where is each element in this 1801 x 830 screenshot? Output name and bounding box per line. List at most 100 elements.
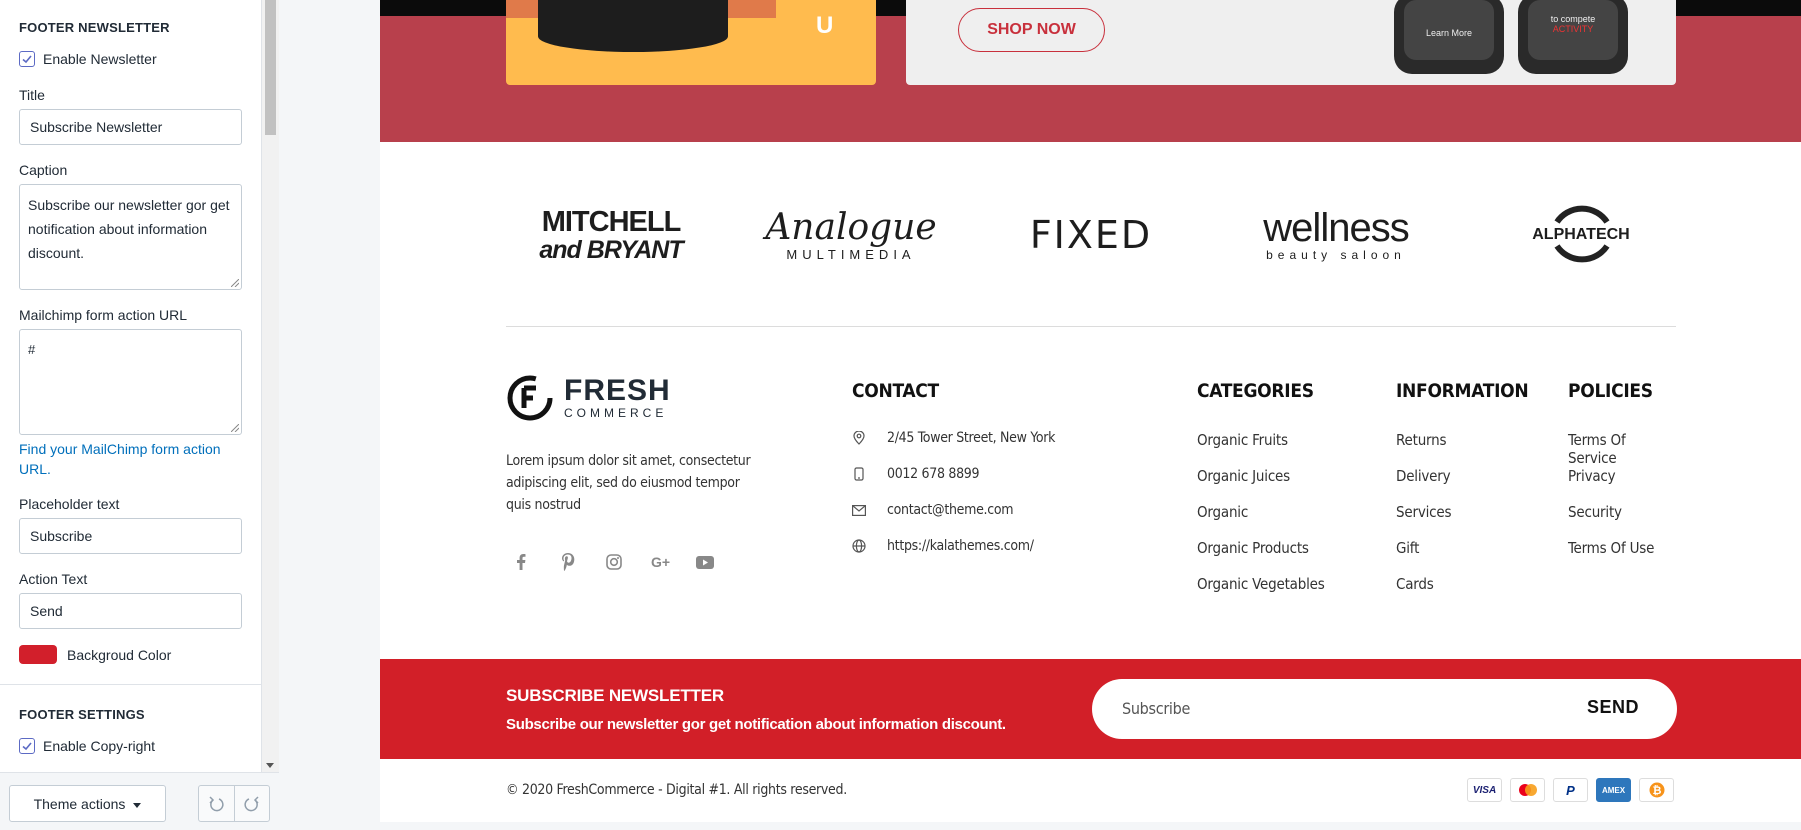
mailchimp-url-textarea[interactable]: # — [19, 329, 242, 435]
checkbox-checked-icon[interactable] — [19, 738, 35, 754]
policy-link[interactable]: Terms Of Use — [1568, 539, 1654, 557]
policy-link[interactable]: Privacy — [1568, 467, 1616, 485]
category-link[interactable]: Organic Juices — [1197, 467, 1290, 485]
title-input[interactable]: Subscribe Newsletter — [19, 109, 242, 145]
facebook-icon[interactable] — [516, 552, 561, 572]
sidebar-footer-bar: Theme actions — [0, 772, 279, 830]
category-link[interactable]: Organic Fruits — [1197, 431, 1288, 449]
background-color-setting[interactable]: Backgroud Color — [19, 645, 171, 664]
youtube-icon[interactable] — [696, 552, 741, 572]
payment-icons: VISA P AMEX ₿ — [1467, 778, 1682, 802]
instagram-icon[interactable] — [606, 552, 651, 572]
footer-settings-heading: FOOTER SETTINGS — [19, 707, 145, 722]
caption-text: Subscribe our newsletter gor get notific… — [28, 197, 230, 261]
bitcoin-icon: ₿ — [1639, 778, 1674, 802]
logo-sub: COMMERCE — [564, 406, 668, 420]
newsletter-caption: Subscribe our newsletter gor get notific… — [506, 716, 1006, 733]
undo-button[interactable] — [199, 786, 234, 821]
information-link[interactable]: Cards — [1396, 575, 1434, 593]
promo-letter: U — [816, 12, 834, 39]
amex-icon: AMEX — [1596, 778, 1631, 802]
information-link[interactable]: Returns — [1396, 431, 1447, 449]
contact-website-text[interactable]: https://kalathemes.com/ — [887, 538, 1034, 554]
speaker-image — [538, 0, 728, 52]
pinterest-icon[interactable] — [561, 552, 606, 572]
paypal-icon: P — [1553, 778, 1588, 802]
contact-address-text: 2/45 Tower Street, New York — [887, 430, 1056, 446]
background-color-label: Backgroud Color — [67, 646, 172, 663]
amex-label: AMEX — [1601, 785, 1626, 795]
visa-icon: VISA — [1467, 778, 1502, 802]
brand-line1: FIXED — [1029, 213, 1153, 257]
brand-logo-fixed[interactable]: FIXED — [1026, 190, 1156, 280]
brand-logo-mitchell-bryant[interactable]: MITCHELL and BRYANT — [536, 190, 686, 280]
brand-logo-analogue[interactable]: Analogue MULTIMEDIA — [751, 190, 951, 280]
caption-textarea[interactable]: Subscribe our newsletter gor get notific… — [19, 184, 242, 290]
svg-text:₿: ₿ — [1652, 785, 1661, 797]
resize-grip-icon[interactable] — [231, 424, 239, 432]
shop-now-button[interactable]: SHOP NOW — [958, 8, 1105, 52]
caret-down-icon — [133, 802, 142, 808]
policies-title: POLICIES — [1568, 380, 1653, 402]
mobile-phone-icon — [852, 467, 866, 481]
redo-button[interactable] — [233, 786, 269, 821]
information-link[interactable]: Gift — [1396, 539, 1419, 557]
sidebar-scrollbar[interactable] — [262, 0, 279, 772]
background-color-swatch[interactable] — [19, 645, 57, 664]
categories-title: CATEGORIES — [1197, 380, 1314, 402]
enable-newsletter-checkbox[interactable]: Enable Newsletter — [19, 51, 157, 67]
brand-logo-alphatech[interactable]: ALPHATECH — [1511, 190, 1651, 280]
scrollbar-thumb[interactable] — [265, 0, 276, 135]
enable-newsletter-label: Enable Newsletter — [43, 51, 157, 67]
logo-name: FRESH — [564, 374, 671, 407]
contact-email-text[interactable]: contact@theme.com — [887, 502, 1014, 518]
google-plus-icon[interactable]: G+ — [651, 552, 696, 572]
checkbox-checked-icon[interactable] — [19, 51, 35, 67]
placeholder-input[interactable]: Subscribe — [19, 518, 242, 554]
promo-banner-strip: U SHOP NOW Learn More to compete ACTIVIT… — [380, 0, 1801, 142]
resize-grip-icon[interactable] — [231, 279, 239, 287]
newsletter-form: Subscribe SEND — [1092, 679, 1677, 739]
promo-card-yellow[interactable]: U — [506, 0, 876, 85]
action-text-input[interactable]: Send — [19, 593, 242, 629]
visa-label: VISA — [1472, 784, 1497, 796]
title-label: Title — [19, 87, 45, 103]
mailchimp-label: Mailchimp form action URL — [19, 307, 188, 323]
contact-phone-text[interactable]: 0012 678 8899 — [887, 466, 980, 482]
scroll-down-arrow-icon[interactable] — [266, 763, 274, 768]
theme-actions-button[interactable]: Theme actions — [9, 785, 166, 822]
newsletter-send-button[interactable]: SEND — [1587, 697, 1639, 718]
policy-link[interactable]: Security — [1568, 503, 1622, 521]
watch-screen-text: Learn More — [1404, 0, 1494, 60]
category-link[interactable]: Organic Vegetables — [1197, 575, 1325, 593]
watch-image-left: Learn More — [1394, 0, 1504, 74]
watch-screen: to compete ACTIVITY — [1528, 0, 1618, 60]
information-title: INFORMATION — [1396, 380, 1529, 402]
fresh-commerce-logo[interactable]: FRESH COMMERCE — [506, 374, 671, 422]
brand-line1: MITCHELL — [541, 206, 682, 238]
brand-line2: beauty saloon — [1266, 248, 1406, 262]
category-link[interactable]: Organic Products — [1197, 539, 1309, 557]
mailchimp-help-link[interactable]: Find your MailChimp form action URL. — [19, 439, 239, 479]
contact-address: 2/45 Tower Street, New York — [852, 430, 1055, 446]
theme-actions-label: Theme actions — [33, 795, 126, 812]
information-link[interactable]: Delivery — [1396, 467, 1451, 485]
brand-logo-wellness[interactable]: wellness beauty saloon — [1236, 190, 1436, 280]
policy-link[interactable]: Terms Of Service — [1568, 431, 1676, 467]
enable-copyright-checkbox[interactable]: Enable Copy-right — [19, 738, 155, 754]
fresh-logo-icon — [507, 375, 553, 421]
watch-image-right: to compete ACTIVITY — [1518, 0, 1628, 74]
category-link[interactable]: Organic — [1197, 503, 1248, 521]
footer-columns: FRESH COMMERCE Lorem ipsum dolor sit ame… — [506, 370, 1676, 600]
brand-line1: ALPHATECH — [1532, 226, 1630, 243]
brand-line1: Analogue — [765, 206, 937, 248]
undo-icon — [209, 795, 225, 811]
placeholder-label: Placeholder text — [19, 496, 120, 512]
redo-icon — [244, 795, 259, 811]
contact-phone: 0012 678 8899 — [852, 466, 980, 482]
newsletter-email-input[interactable]: Subscribe — [1122, 699, 1190, 718]
contact-title: CONTACT — [852, 380, 939, 402]
newsletter-title: SUBSCRIBE NEWSLETTER — [506, 686, 724, 705]
promo-card-watches[interactable]: SHOP NOW Learn More to compete ACTIVITY — [906, 0, 1676, 85]
information-link[interactable]: Services — [1396, 503, 1452, 521]
